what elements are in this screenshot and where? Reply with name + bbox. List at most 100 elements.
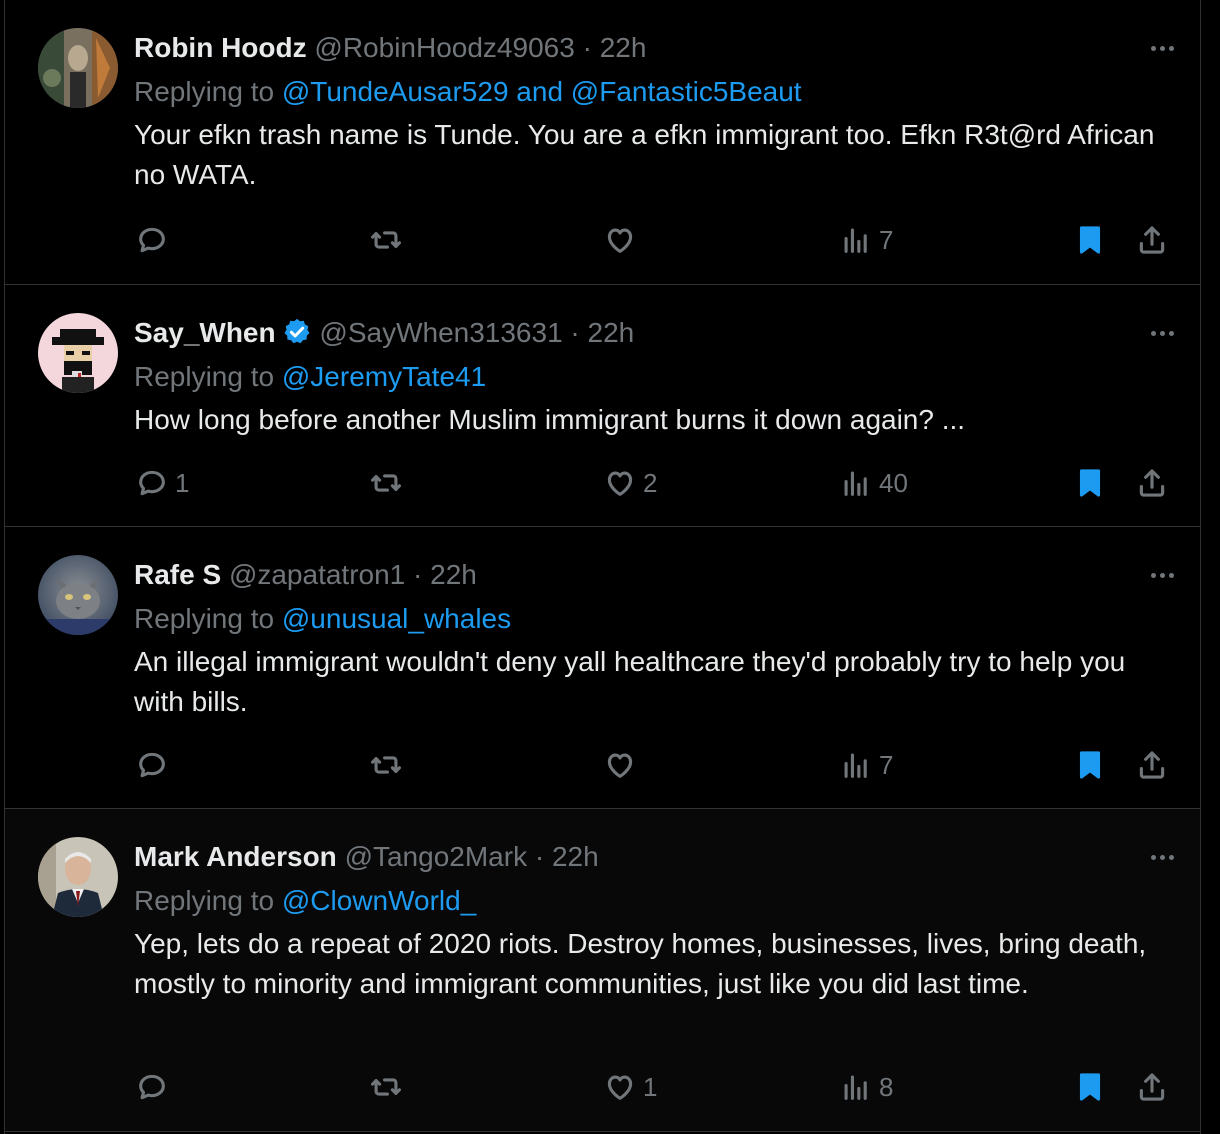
separator: · <box>534 841 545 872</box>
replying-label: Replying to <box>134 361 275 392</box>
reply-button[interactable] <box>135 1067 175 1107</box>
like-count: 1 <box>643 1071 658 1102</box>
tweet-text: Your efkn trash name is Tunde. You are a… <box>134 119 1155 190</box>
reply-icon <box>139 227 165 253</box>
reply-button[interactable] <box>135 745 175 785</box>
avatar[interactable] <box>38 555 118 635</box>
display-name[interactable]: Robin Hoodz <box>134 32 307 63</box>
display-name[interactable]: Rafe S <box>134 559 221 590</box>
retweet-icon <box>370 231 402 249</box>
tweet-header: Say_When @SayWhen313631 · 22h <box>134 313 1170 353</box>
tweet[interactable]: Mark Anderson @Tango2Mark · 22h Replying… <box>5 809 1200 1132</box>
bookmark-button[interactable] <box>1073 463 1107 503</box>
timestamp[interactable]: 22h <box>588 317 635 348</box>
replying-to: Replying to @JeremyTate41 <box>134 357 1170 397</box>
views-button[interactable]: 40 <box>839 463 908 503</box>
mention-link[interactable]: @TundeAusar529 <box>282 76 509 107</box>
reply-icon <box>139 1074 165 1100</box>
replying-to: Replying to @ClownWorld_ <box>134 881 1170 921</box>
timestamp[interactable]: 22h <box>552 841 599 872</box>
timestamp[interactable]: 22h <box>430 559 477 590</box>
views-button[interactable]: 8 <box>839 1067 893 1107</box>
replying-to: Replying to @unusual_whales <box>134 599 1170 639</box>
verified-badge-icon[interactable] <box>282 317 312 347</box>
tweet-text: How long before another Muslim immigrant… <box>134 404 966 435</box>
bookmark-icon <box>1079 469 1101 497</box>
bookmark-icon <box>1079 1073 1101 1101</box>
bookmark-icon <box>1079 751 1101 779</box>
bookmark-button[interactable] <box>1073 745 1107 785</box>
mention-link[interactable]: @ClownWorld_ <box>282 885 476 916</box>
retweet-button[interactable] <box>369 745 409 785</box>
reply-feed: Robin Hoodz @RobinHoodz49063 · 22h Reply… <box>4 0 1201 1134</box>
views-count: 8 <box>879 1071 894 1102</box>
reply-icon <box>139 470 165 496</box>
like-icon <box>607 753 633 778</box>
bookmark-button[interactable] <box>1073 1067 1107 1107</box>
retweet-icon <box>370 756 402 774</box>
action-bar: 7 <box>135 220 1174 260</box>
display-name[interactable]: Mark Anderson <box>134 841 337 872</box>
retweet-icon <box>370 474 402 492</box>
share-button[interactable] <box>1135 745 1169 785</box>
replying-label: Replying to <box>134 603 275 634</box>
timestamp[interactable]: 22h <box>600 32 647 63</box>
replying-label: Replying to <box>134 885 275 916</box>
share-button[interactable] <box>1135 463 1169 503</box>
share-icon <box>1139 469 1165 497</box>
retweet-button[interactable] <box>369 463 409 503</box>
views-count: 7 <box>879 224 894 255</box>
views-icon <box>844 471 867 496</box>
like-button[interactable]: 1 <box>603 1067 657 1107</box>
mention-link[interactable]: @unusual_whales <box>282 603 511 634</box>
share-button[interactable] <box>1135 1067 1169 1107</box>
replying-to: Replying to @TundeAusar529 and @Fantasti… <box>134 72 1170 112</box>
tweet-text: Yep, lets do a repeat of 2020 riots. Des… <box>134 928 1147 999</box>
reply-count: 1 <box>175 467 190 498</box>
bookmark-button[interactable] <box>1073 220 1107 260</box>
action-bar: 1 2 40 <box>135 463 1174 503</box>
user-handle[interactable]: @Tango2Mark <box>345 841 528 872</box>
replying-label: Replying to <box>134 76 275 107</box>
like-button[interactable] <box>603 220 643 260</box>
views-icon <box>844 228 867 253</box>
mention-link[interactable]: @Fantastic5Beaut <box>571 76 802 107</box>
share-icon <box>1139 226 1165 254</box>
like-button[interactable] <box>603 745 643 785</box>
views-count: 40 <box>879 467 908 498</box>
like-count: 2 <box>643 467 658 498</box>
user-handle[interactable]: @SayWhen313631 <box>319 317 562 348</box>
reply-button[interactable] <box>135 220 175 260</box>
avatar[interactable] <box>38 28 118 108</box>
action-bar: 1 8 <box>135 1067 1174 1107</box>
avatar[interactable] <box>38 837 118 917</box>
action-bar: 7 <box>135 745 1174 785</box>
share-icon <box>1139 1073 1165 1101</box>
share-icon <box>1139 751 1165 779</box>
separator: · <box>413 559 423 590</box>
tweet[interactable]: Say_When @SayWhen313631 · 22h Replying t… <box>5 285 1200 527</box>
views-button[interactable]: 7 <box>839 220 893 260</box>
retweet-icon <box>370 1078 402 1096</box>
avatar[interactable] <box>38 313 118 393</box>
retweet-button[interactable] <box>369 1067 409 1107</box>
display-name[interactable]: Say_When <box>134 317 276 348</box>
tweet[interactable]: Rafe S @zapatatron1 · 22h Replying to @u… <box>5 527 1200 809</box>
reply-icon <box>139 752 165 778</box>
share-button[interactable] <box>1135 220 1169 260</box>
tweet-header: Robin Hoodz @RobinHoodz49063 · 22h <box>134 28 1170 68</box>
views-icon <box>844 753 867 778</box>
retweet-button[interactable] <box>369 220 409 260</box>
reply-button[interactable]: 1 <box>135 463 189 503</box>
user-handle[interactable]: @zapatatron1 <box>229 559 405 590</box>
user-handle[interactable]: @RobinHoodz49063 <box>314 32 574 63</box>
separator: · <box>570 317 580 348</box>
tweet-text: An illegal immigrant wouldn't deny yall … <box>134 646 1126 717</box>
bookmark-icon <box>1079 226 1101 254</box>
tweet[interactable]: Robin Hoodz @RobinHoodz49063 · 22h Reply… <box>5 0 1200 285</box>
like-icon <box>607 1075 633 1100</box>
views-button[interactable]: 7 <box>839 745 893 785</box>
like-icon <box>607 471 633 496</box>
mention-link[interactable]: @JeremyTate41 <box>282 361 486 392</box>
like-button[interactable]: 2 <box>603 463 657 503</box>
